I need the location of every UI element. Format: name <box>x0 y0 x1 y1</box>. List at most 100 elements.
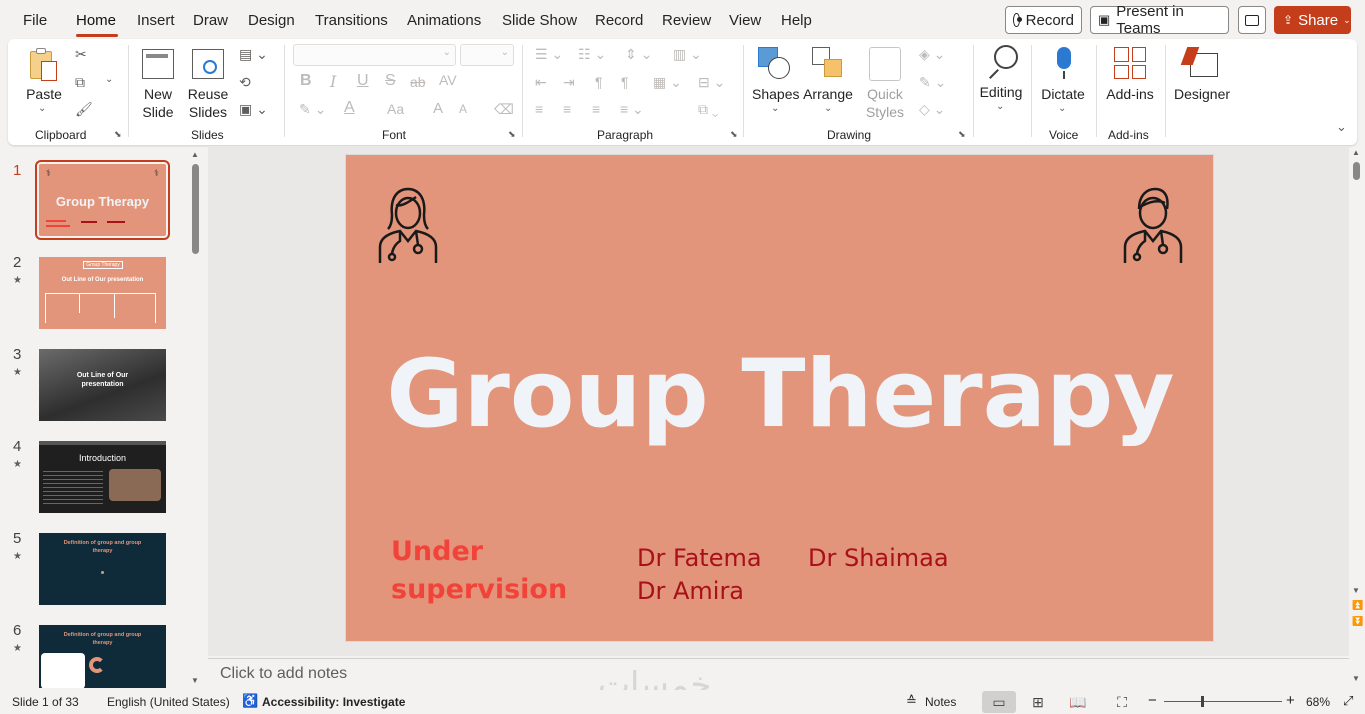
language-indicator[interactable]: English (United States) <box>107 695 230 709</box>
format-painter-icon[interactable]: 🖌 <box>75 101 93 118</box>
thumbnail-slide-6[interactable]: Definition of group and group therapy <box>39 625 166 688</box>
addins-button[interactable]: Add-ins <box>1102 85 1158 103</box>
bold-icon[interactable]: B <box>300 72 312 90</box>
menu-animations[interactable]: Animations <box>407 12 481 29</box>
slide-title[interactable]: Group Therapy <box>346 340 1215 449</box>
next-slide-icon[interactable]: ⏬ <box>1352 616 1363 627</box>
align-left-icon[interactable]: ≡ <box>535 101 543 117</box>
align-right-icon[interactable]: ≡ <box>592 101 600 117</box>
scroll-up-icon[interactable]: ▲ <box>191 150 199 159</box>
slide-canvas[interactable]: Group Therapy Under supervision Dr Fatem… <box>345 154 1214 642</box>
present-in-teams-button[interactable]: ▣ Present in Teams <box>1090 3 1229 37</box>
shapes-icon[interactable] <box>758 47 794 81</box>
microphone-icon[interactable] <box>1054 47 1074 81</box>
search-icon[interactable] <box>987 45 1021 81</box>
thumbnails-scroll-thumb[interactable] <box>192 164 199 254</box>
menu-insert[interactable]: Insert <box>137 12 175 29</box>
underline-icon[interactable]: U <box>357 72 369 90</box>
zoom-slider-thumb[interactable] <box>1201 696 1204 707</box>
reset-icon[interactable]: ⟲ <box>239 74 251 91</box>
font-color-icon[interactable]: A <box>344 99 355 117</box>
scroll-up-icon[interactable]: ▲ <box>1352 148 1360 157</box>
arrange-button[interactable]: Arrange <box>802 85 854 103</box>
increase-indent-icon[interactable]: ⇥ <box>563 74 575 91</box>
clear-format-icon[interactable]: ab <box>410 74 426 90</box>
line-spacing-icon[interactable]: ⇕ ⌄ <box>625 46 652 63</box>
editing-button[interactable]: Editing <box>976 83 1026 101</box>
cut-icon[interactable]: ✂ <box>75 46 87 63</box>
bullets-icon[interactable]: ☰ ⌄ <box>535 46 563 63</box>
designer-button[interactable]: Designer <box>1172 85 1232 103</box>
editor-scrollbar[interactable]: ▲ ▼ ⏫ ⏬ ▼ <box>1350 146 1363 688</box>
shapes-button[interactable]: Shapes <box>752 85 799 103</box>
section-icon[interactable]: ▣ ⌄ <box>239 101 268 118</box>
thumbnails-scrollbar[interactable]: ▲ ▼ <box>190 150 201 688</box>
copy-icon[interactable]: ⧉ <box>75 74 85 91</box>
thumbnail-slide-2[interactable]: Group Therapy Out Line of Our presentati… <box>39 257 166 329</box>
dialog-launcher-icon[interactable]: ⬊ <box>508 129 516 140</box>
paste-button[interactable]: Paste <box>24 85 64 103</box>
numbering-icon[interactable]: ☷ ⌄ <box>578 46 606 63</box>
change-case-icon[interactable]: Aa <box>387 101 404 117</box>
slideshow-icon[interactable]: ⛶ <box>1108 691 1136 713</box>
menu-help[interactable]: Help <box>781 12 812 29</box>
quick-styles-button[interactable]: Quick Styles <box>864 85 906 121</box>
decrease-indent-icon[interactable]: ⇤ <box>535 74 547 91</box>
paste-icon[interactable] <box>28 47 62 83</box>
scroll-down-icon[interactable]: ▼ <box>191 676 199 685</box>
menu-design[interactable]: Design <box>248 12 295 29</box>
reading-view-icon[interactable]: 📖 <box>1064 691 1092 713</box>
zoom-level[interactable]: 68% <box>1306 695 1330 709</box>
notes-pane[interactable]: Click to add notes <box>208 658 1349 688</box>
doctor-name-1[interactable]: Dr Fatema <box>637 544 762 572</box>
menu-view[interactable]: View <box>729 12 761 29</box>
menu-draw[interactable]: Draw <box>193 12 228 29</box>
record-button[interactable]: Record <box>1005 6 1082 34</box>
scroll-down-icon[interactable]: ▼ <box>1352 674 1360 683</box>
editor-scroll-thumb[interactable] <box>1353 162 1360 180</box>
menu-transitions[interactable]: Transitions <box>315 12 388 29</box>
zoom-out-icon[interactable]: − <box>1148 692 1157 709</box>
share-button[interactable]: ⇪ Share ⌄ <box>1274 6 1351 34</box>
zoom-in-icon[interactable]: + <box>1286 692 1295 709</box>
slide-counter[interactable]: Slide 1 of 33 <box>12 695 79 709</box>
dialog-launcher-icon[interactable]: ⬊ <box>114 129 122 140</box>
new-slide-button[interactable]: New Slide <box>136 85 180 121</box>
normal-view-icon[interactable]: ▭ <box>982 691 1016 713</box>
shrink-font-icon[interactable]: A <box>459 102 467 116</box>
menu-record[interactable]: Record <box>595 12 643 29</box>
new-slide-icon[interactable] <box>142 49 174 79</box>
clear-formatting-icon[interactable]: ⌫ <box>494 101 514 118</box>
text-direction-icon[interactable]: ▦ ⌄ <box>653 74 682 91</box>
italic-icon[interactable]: I <box>330 72 336 91</box>
accessibility-status[interactable]: Accessibility: Investigate <box>262 695 405 709</box>
rtl-icon[interactable]: ¶ <box>621 74 629 90</box>
thumbnail-slide-1[interactable]: Group Therapy ⚕ ⚕ <box>35 160 170 240</box>
reuse-slides-button[interactable]: Reuse Slides <box>186 85 230 121</box>
ribbon-collapse-chevron-icon[interactable]: ⌄ <box>1336 119 1347 135</box>
shape-effects-icon[interactable]: ◇ ⌄ <box>919 101 945 118</box>
fit-to-window-icon[interactable]: ⤢ <box>1343 693 1353 709</box>
columns-icon[interactable]: ▥ ⌄ <box>673 46 702 63</box>
font-size-combo[interactable]: ⌄ <box>460 44 514 66</box>
menu-file[interactable]: File <box>23 12 47 29</box>
zoom-slider[interactable] <box>1164 696 1282 707</box>
comments-button[interactable] <box>1238 6 1266 34</box>
align-text-icon[interactable]: ⊟ ⌄ <box>698 74 725 91</box>
addins-icon[interactable] <box>1114 47 1146 79</box>
doctor-name-3[interactable]: Dr Shaimaa <box>808 544 949 572</box>
reuse-slides-icon[interactable] <box>192 49 224 79</box>
justify-icon[interactable]: ≡ ⌄ <box>620 101 644 118</box>
font-name-combo[interactable]: ⌄ <box>293 44 456 66</box>
grow-font-icon[interactable]: A <box>433 100 443 117</box>
char-spacing-icon[interactable]: AV <box>439 72 457 88</box>
designer-icon[interactable] <box>1180 47 1220 79</box>
menu-slide-show[interactable]: Slide Show <box>502 12 577 29</box>
shape-outline-icon[interactable]: ✎ ⌄ <box>919 74 946 91</box>
layout-icon[interactable]: ▤ ⌄ <box>239 46 268 63</box>
arrange-icon[interactable] <box>812 47 848 81</box>
dialog-launcher-icon[interactable]: ⬊ <box>730 129 738 140</box>
align-center-icon[interactable]: ≡ <box>563 101 571 117</box>
shape-fill-icon[interactable]: ◈ ⌄ <box>919 46 945 63</box>
previous-slide-icon[interactable]: ⏫ <box>1352 600 1363 611</box>
